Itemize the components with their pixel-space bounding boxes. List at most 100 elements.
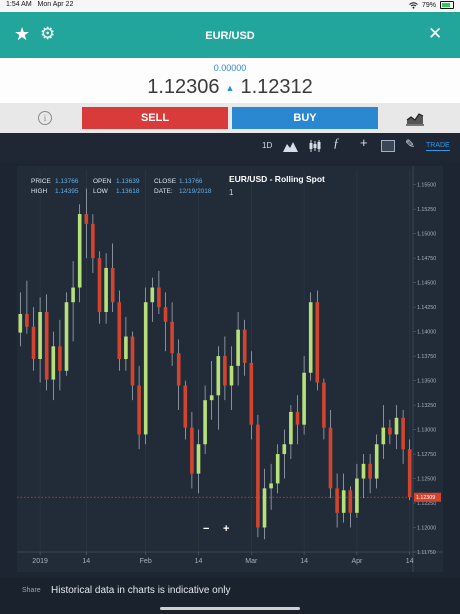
candle[interactable] [236,329,240,366]
chat-box-icon[interactable] [381,140,395,152]
buy-button[interactable]: BUY [232,107,378,129]
candle[interactable] [183,385,188,428]
candle[interactable] [223,356,227,386]
candle[interactable] [38,312,42,360]
disclaimer-text: Historical data in charts is indicative … [51,585,231,596]
candle[interactable] [341,490,346,513]
candle[interactable] [44,312,49,380]
ohlc-date-value: 12/19/2018 [179,188,212,195]
candle[interactable] [25,313,29,327]
x-tick-label: Apr [351,558,363,565]
candle[interactable] [196,444,201,474]
candle[interactable] [355,478,359,513]
candle[interactable] [163,307,168,322]
ohlc-close-value: 1.13766 [179,178,203,185]
candle[interactable] [157,287,161,308]
candlestick-icon[interactable] [309,140,321,152]
candle[interactable] [282,444,287,455]
candle[interactable] [295,411,300,425]
chart-toolbar: 1D ƒ + ✎ TRADE [0,133,460,161]
candle[interactable] [249,362,254,425]
mountain-chart-icon[interactable] [283,141,298,152]
candle[interactable] [256,424,260,528]
candle[interactable] [322,382,326,428]
candle[interactable] [64,302,69,371]
info-icon[interactable]: i [38,111,52,125]
candle[interactable] [97,258,102,313]
candle[interactable] [91,223,95,259]
candle[interactable] [374,444,379,479]
candle[interactable] [335,488,339,513]
candle[interactable] [130,336,135,386]
triangle-up-icon: ▲ [225,82,235,93]
candle[interactable] [262,488,267,528]
y-tick-label: 1.12750 [417,452,436,458]
sell-button[interactable]: SELL [82,107,228,129]
trade-row: i SELL BUY [0,103,460,133]
zoom-out-button[interactable]: − [203,523,209,535]
candle[interactable] [137,385,141,435]
candle[interactable] [269,483,273,489]
status-time: 1:54 AM [6,1,32,8]
x-tick-label: 14 [300,558,308,565]
candle[interactable] [275,454,280,484]
chart-subtitle: 1 [229,188,234,197]
candle[interactable] [31,326,36,360]
y-tick-label: 1.12250 [417,501,436,507]
candle[interactable] [150,287,155,303]
candle[interactable] [209,395,214,401]
candle[interactable] [71,287,75,303]
candle[interactable] [308,302,313,373]
candle[interactable] [381,427,386,445]
candle[interactable] [388,427,392,435]
bid-price: 1.12306 [147,76,220,98]
candle[interactable] [368,463,372,479]
candle[interactable] [143,302,148,435]
candle[interactable] [394,417,399,435]
candle[interactable] [104,267,108,313]
candle[interactable] [117,302,122,360]
y-tick-label: 1.15500 [417,183,436,189]
y-tick-label: 1.13500 [417,379,436,385]
candle[interactable] [361,463,366,479]
timeframe-button[interactable]: 1D [262,139,272,153]
close-icon[interactable]: ✕ [428,25,442,43]
y-tick-label: 1.12000 [417,526,436,532]
status-date: Mon Apr 22 [37,1,74,8]
candle[interactable] [58,346,62,371]
candle[interactable] [401,417,405,450]
candle[interactable] [229,365,234,386]
ohlc-high-value: 1.14395 [55,188,79,195]
candle[interactable] [289,411,293,445]
current-price-label: 1.12309 [416,495,435,501]
chart-line-icon[interactable] [405,110,425,126]
candle[interactable] [348,490,353,513]
crosshair-icon[interactable]: + [360,136,368,150]
ohlc-open-label: OPEN [93,178,112,185]
candlestick-chart[interactable]: 1.15500 1.15250 1.15000 1.14750 1.14500 1.142… [17,166,443,572]
x-tick-label: 14 [195,558,203,565]
candle[interactable] [328,427,333,489]
candle[interactable] [302,372,306,425]
candle[interactable] [51,346,56,380]
candle[interactable] [190,427,194,474]
candle[interactable] [203,400,207,445]
function-icon[interactable]: ƒ [333,136,340,150]
candle[interactable] [77,214,82,288]
candle[interactable] [407,449,412,498]
candle[interactable] [216,356,221,396]
candle[interactable] [242,329,247,363]
zoom-in-button[interactable]: + [223,523,229,535]
tab-trade[interactable]: TRADE [426,142,450,151]
candle[interactable] [124,336,128,360]
price-chart[interactable]: 1.15500 1.15250 1.15000 1.14750 1.14500 1.142… [17,166,443,572]
candle[interactable] [18,313,23,333]
candle[interactable] [170,321,174,354]
battery-icon [440,1,454,9]
pencil-icon[interactable]: ✎ [405,137,415,151]
share-button[interactable]: Share [22,587,41,594]
candle[interactable] [84,214,89,224]
candle[interactable] [110,267,115,303]
candle[interactable] [315,302,320,383]
candle[interactable] [176,353,181,386]
